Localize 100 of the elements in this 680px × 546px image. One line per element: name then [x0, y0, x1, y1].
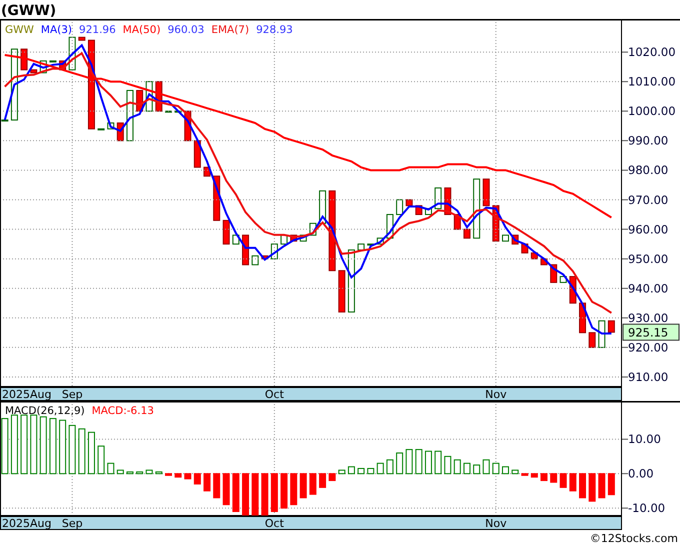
date-axis-label: Sep: [62, 388, 83, 401]
histogram-bar: [415, 449, 422, 474]
histogram-bar: [88, 432, 95, 474]
legend-value: 960.03: [168, 24, 204, 36]
axis-tick-label: 960.00: [628, 222, 668, 236]
axis-tick-label: 940.00: [628, 281, 668, 296]
histogram-bar: [521, 473, 528, 476]
candlestick: [222, 220, 230, 245]
histogram-bar: [252, 473, 259, 516]
copyright-text: ©12Stocks.com: [590, 531, 679, 546]
histogram-bar: [540, 473, 548, 482]
legend-symbol: GWW: [5, 24, 34, 36]
legend-label: MACD(26,12,9): [5, 405, 85, 417]
histogram-bar: [290, 473, 298, 506]
axis-tick-label: -10.00: [628, 501, 666, 516]
histogram-bar: [358, 468, 365, 474]
candlestick: [20, 48, 28, 70]
axis-tick-label: 910.00: [628, 370, 668, 384]
histogram-bar: [194, 473, 201, 484]
axis-tick-label: 0.00: [628, 466, 654, 481]
histogram-bar: [376, 462, 384, 474]
histogram-bar: [40, 416, 47, 474]
candlestick: [280, 234, 288, 245]
histogram-bar: [502, 466, 509, 474]
histogram-bar: [348, 466, 355, 474]
candlestick: [598, 320, 606, 348]
histogram-bar: [10, 414, 18, 474]
candlestick: [579, 302, 586, 334]
candlestick: [194, 140, 201, 168]
histogram-bar: [434, 450, 442, 474]
histogram-bar: [492, 462, 500, 474]
histogram-bar: [588, 473, 596, 502]
axis-tick-label: 970.00: [628, 192, 668, 207]
axis-tick-label: 1010.00: [628, 74, 676, 89]
candlestick: [588, 332, 596, 348]
legend-value: 928.93: [256, 24, 293, 36]
candlestick: [348, 249, 355, 312]
axis-tick-label: 950.00: [628, 252, 668, 266]
candlestick: [396, 199, 404, 216]
date-axis-label: Nov: [485, 517, 507, 530]
axis-tick-label: 980.00: [628, 163, 668, 178]
candlestick: [338, 270, 346, 312]
candlestick: [560, 276, 567, 283]
legend-label: MA(50): [122, 24, 161, 36]
histogram-bar: [222, 473, 230, 506]
axis-tick-label: 1020.00: [628, 45, 676, 60]
candlestick: [608, 320, 615, 333]
histogram-bar: [569, 473, 576, 492]
candlestick: [463, 228, 470, 239]
candlestick: [1, 120, 8, 122]
candlestick: [252, 255, 259, 266]
legend-label: EMA(7): [211, 24, 250, 36]
candlestick: [482, 178, 490, 206]
histogram-bar: [107, 462, 114, 474]
legend-label: MACD:-6.13: [92, 405, 154, 417]
histogram-bar: [49, 418, 56, 474]
candlestick: [126, 90, 134, 142]
candlestick: [30, 69, 38, 74]
candlestick: [406, 199, 413, 206]
histogram-bar: [406, 449, 413, 474]
candlestick: [204, 166, 210, 177]
histogram-bar: [482, 459, 490, 474]
legend-label: MA(3): [40, 24, 72, 36]
date-axis-label: 2025Aug: [2, 517, 52, 530]
histogram-bar: [512, 470, 519, 474]
histogram-bar: [59, 420, 66, 474]
histogram-bar: [174, 473, 182, 478]
histogram-bar: [116, 470, 124, 474]
candlestick: [242, 234, 250, 266]
date-axis-label: 2025Aug: [2, 388, 52, 401]
chart-title: (GWW): [0, 3, 56, 19]
histogram-bar: [598, 473, 606, 498]
histogram-bar: [98, 446, 105, 474]
histogram-bar: [184, 473, 192, 480]
histogram-bar: [68, 424, 76, 474]
candlestick: [232, 234, 240, 245]
candlestick: [49, 60, 56, 62]
candlestick: [502, 234, 509, 242]
histogram-bar: [454, 459, 461, 474]
candlestick: [434, 187, 442, 210]
histogram-bar: [550, 473, 558, 483]
candlestick: [78, 36, 86, 41]
legend-value: 921.96: [79, 24, 116, 36]
histogram-bar: [20, 414, 28, 474]
date-axis-label: Nov: [485, 388, 507, 401]
histogram-bar: [126, 471, 134, 474]
last-price-tag: 925.15: [622, 324, 680, 341]
histogram-bar: [232, 473, 240, 512]
histogram-bar: [204, 473, 210, 492]
histogram-bar: [146, 470, 153, 474]
axis-tick-label: 990.00: [628, 134, 668, 148]
histogram-bar: [136, 471, 144, 474]
histogram-bar: [242, 473, 250, 516]
histogram-bar: [261, 473, 268, 516]
histogram-bar: [165, 473, 172, 476]
axis-tick-label: 1000.00: [628, 104, 676, 118]
histogram-bar: [319, 473, 326, 488]
date-axis-label: Oct: [264, 517, 284, 530]
histogram-bar: [579, 473, 586, 498]
histogram-bar: [1, 418, 8, 474]
